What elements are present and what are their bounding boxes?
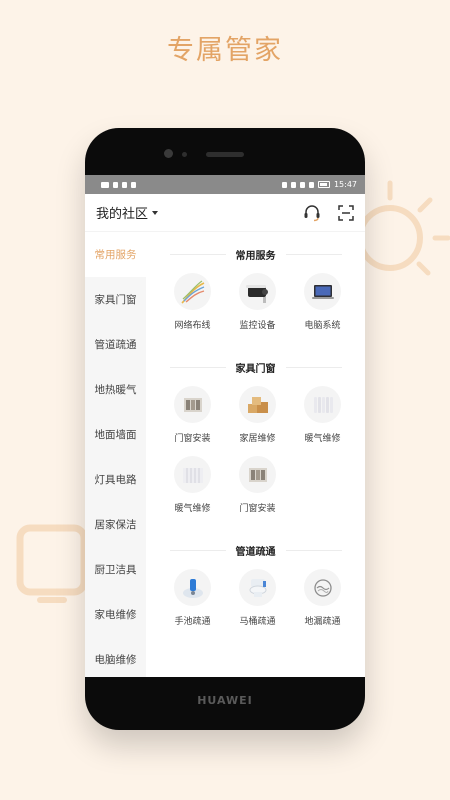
service-label: 电脑系统 xyxy=(304,321,341,331)
divider xyxy=(285,253,342,255)
floor-drain-icon xyxy=(304,569,341,606)
service-label: 门窗安装 xyxy=(239,504,276,514)
wechat-icon xyxy=(131,181,136,188)
page-headline: 专属管家 xyxy=(167,35,283,66)
caret-down-icon xyxy=(152,210,159,215)
divider xyxy=(169,549,226,551)
service-home-repair[interactable]: 家居维修 xyxy=(225,386,290,444)
service-heating-repair-2[interactable]: 暖气维修 xyxy=(160,456,225,514)
community-label: 我的社区 xyxy=(96,207,149,222)
boxes-icon xyxy=(239,386,276,423)
divider xyxy=(285,366,342,368)
battery-icon xyxy=(317,181,330,188)
nfc-icon xyxy=(281,181,287,188)
hd-icon xyxy=(101,181,109,188)
device-brand-logo: HUAWEI xyxy=(197,694,253,707)
service-label: 网络布线 xyxy=(174,321,211,331)
toilet-icon xyxy=(239,569,276,606)
section-header: 管道疏通 xyxy=(146,540,365,560)
divider xyxy=(169,366,226,368)
window-icon xyxy=(239,456,276,493)
app-header: 我的社区 xyxy=(85,194,365,232)
service-surveillance[interactable]: 监控设备 xyxy=(225,273,290,331)
divider xyxy=(169,253,226,255)
laptop-icon xyxy=(304,273,341,310)
category-sidebar: 常用服务 家具门窗 管道疏通 地热暖气 地面墙面 灯具电路 居家保洁 厨卫洁具 … xyxy=(85,232,146,677)
status-time: 15:47 xyxy=(333,180,357,189)
headset-icon[interactable] xyxy=(303,204,321,222)
sidebar-item-floor-wall[interactable]: 地面墙面 xyxy=(85,412,146,457)
signal-icon xyxy=(113,181,118,188)
vibrate-icon xyxy=(308,181,314,188)
sink-drain-icon xyxy=(174,569,211,606)
service-label: 门窗安装 xyxy=(174,434,211,444)
sidebar-item-furniture-windows[interactable]: 家具门窗 xyxy=(85,277,146,322)
section-header: 家具门窗 xyxy=(146,357,365,377)
divider xyxy=(285,549,342,551)
sidebar-item-kitchen-bath[interactable]: 厨卫洁具 xyxy=(85,547,146,592)
service-label: 家居维修 xyxy=(239,434,276,444)
sidebar-item-common-services[interactable]: 常用服务 xyxy=(85,232,146,277)
section-header: 常用服务 xyxy=(146,244,365,264)
monitor-illustration xyxy=(16,524,88,603)
service-window-installation[interactable]: 门窗安装 xyxy=(160,386,225,444)
service-toilet-unclogging[interactable]: 马桶疏通 xyxy=(225,569,290,627)
service-floor-drain-unclogging[interactable]: 地漏疏通 xyxy=(290,569,355,627)
radiator-icon xyxy=(174,456,211,493)
service-label: 地漏疏通 xyxy=(304,617,341,627)
bluetooth-icon xyxy=(299,181,305,188)
sidebar-item-appliance-repair[interactable]: 家电维修 xyxy=(85,592,146,637)
service-label: 暖气维修 xyxy=(304,434,341,444)
sensor-dot xyxy=(182,152,187,157)
alarm-icon xyxy=(290,181,296,188)
service-computer-system[interactable]: 电脑系统 xyxy=(290,273,355,331)
service-content: 常用服务 网络布线 监控设备 电脑系统 家具门窗 门窗安装 家居维修 暖气维修 … xyxy=(146,232,365,677)
service-heating-repair[interactable]: 暖气维修 xyxy=(290,386,355,444)
phone-mockup: 15:47 我的社区 常用服务 家具门窗 管道疏通 地热暖气 地面墙面 灯具电路… xyxy=(85,128,365,730)
service-sink-unclogging[interactable]: 手池疏通 xyxy=(160,569,225,627)
security-camera-icon xyxy=(239,273,276,310)
sidebar-item-computer-repair[interactable]: 电脑维修 xyxy=(85,637,146,677)
service-label: 手池疏通 xyxy=(174,617,211,627)
service-label: 马桶疏通 xyxy=(239,617,276,627)
front-camera xyxy=(164,149,173,158)
wifi-icon xyxy=(122,181,127,188)
status-bar: 15:47 xyxy=(85,175,365,194)
sun-illustration xyxy=(357,180,450,276)
cable-icon xyxy=(174,273,211,310)
section-title: 家具门窗 xyxy=(235,363,276,375)
community-selector[interactable]: 我的社区 xyxy=(96,203,159,222)
service-label: 监控设备 xyxy=(239,321,276,331)
window-icon xyxy=(174,386,211,423)
sidebar-item-pipe-unclogging[interactable]: 管道疏通 xyxy=(85,322,146,367)
scan-icon[interactable] xyxy=(337,204,355,222)
service-label: 暖气维修 xyxy=(174,504,211,514)
sidebar-item-lighting-circuits[interactable]: 灯具电路 xyxy=(85,457,146,502)
sidebar-item-floor-heating[interactable]: 地热暖气 xyxy=(85,367,146,412)
sidebar-item-home-cleaning[interactable]: 居家保洁 xyxy=(85,502,146,547)
radiator-icon xyxy=(304,386,341,423)
service-window-installation-2[interactable]: 门窗安装 xyxy=(225,456,290,514)
service-network-cabling[interactable]: 网络布线 xyxy=(160,273,225,331)
section-title: 管道疏通 xyxy=(235,546,276,558)
section-title: 常用服务 xyxy=(235,250,276,262)
app-screen: 15:47 我的社区 常用服务 家具门窗 管道疏通 地热暖气 地面墙面 灯具电路… xyxy=(85,175,365,677)
earpiece-speaker xyxy=(206,152,244,157)
